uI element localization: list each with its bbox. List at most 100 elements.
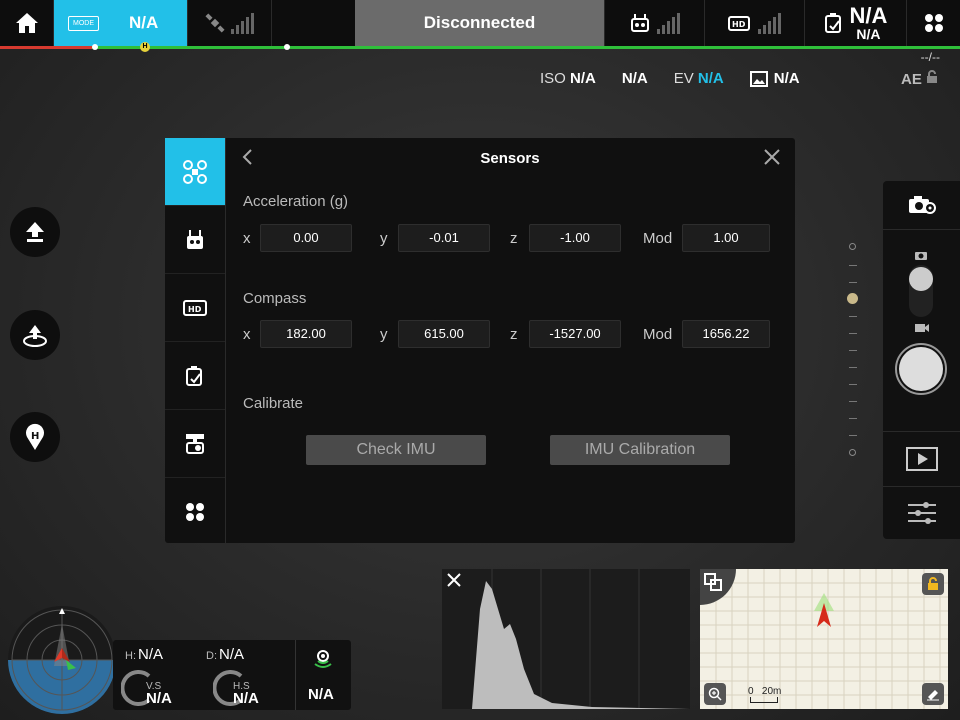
map-grid bbox=[700, 569, 948, 709]
ev-setting[interactable]: EV N/A bbox=[674, 70, 724, 87]
home-point-button[interactable]: H bbox=[10, 412, 60, 462]
drone-icon bbox=[183, 159, 207, 184]
camera-settings-button[interactable] bbox=[883, 181, 960, 230]
expand-icon bbox=[704, 573, 722, 591]
image-format-setting[interactable]: N/A bbox=[749, 70, 800, 87]
sensors-panel: HD Sensors Acceleration (g) x 0.00 y -0.… bbox=[165, 138, 795, 543]
eraser-icon bbox=[927, 690, 939, 701]
four-dots-icon bbox=[186, 502, 204, 521]
map-clear-button[interactable] bbox=[922, 683, 944, 705]
tab-gimbal[interactable] bbox=[165, 410, 225, 478]
status-line-marker bbox=[284, 44, 290, 50]
gps-signal-bars bbox=[231, 12, 254, 34]
gps-status[interactable] bbox=[188, 0, 272, 46]
hd-icon: HD bbox=[728, 16, 750, 31]
image-icon bbox=[749, 70, 768, 87]
ae-lock[interactable]: AE bbox=[901, 70, 938, 88]
svg-text:HD: HD bbox=[188, 305, 202, 314]
compass-y-label: y bbox=[380, 326, 388, 343]
map-lock-button[interactable] bbox=[922, 573, 944, 595]
acceleration-label: Acceleration (g) bbox=[243, 193, 349, 210]
close-histogram-button[interactable] bbox=[446, 572, 462, 593]
remote-controller-icon bbox=[187, 229, 203, 249]
height-readout: H: N/A bbox=[125, 646, 164, 663]
close-icon bbox=[447, 573, 461, 587]
battery-status[interactable]: N/A N/A bbox=[805, 0, 907, 46]
flight-mode-button[interactable]: MODE N/A bbox=[54, 0, 188, 46]
check-imu-button[interactable]: Check IMU bbox=[306, 435, 486, 465]
gimbal-camera-icon bbox=[186, 433, 204, 454]
photo-video-toggle[interactable] bbox=[909, 265, 933, 317]
compass-z-value: -1527.00 bbox=[529, 320, 621, 348]
zoom-in-icon bbox=[708, 687, 722, 701]
hd-icon: HD bbox=[183, 299, 207, 316]
compass-x-value: 182.00 bbox=[260, 320, 352, 348]
flight-mode-value: N/A bbox=[129, 13, 159, 32]
imu-calibration-button[interactable]: IMU Calibration bbox=[550, 435, 730, 465]
tab-hd-transmission[interactable]: HD bbox=[165, 274, 225, 342]
shutter-button[interactable] bbox=[895, 343, 947, 395]
compass-mod-label: Mod bbox=[643, 326, 673, 343]
accel-x-label: x bbox=[243, 230, 251, 247]
camera-params-button[interactable] bbox=[883, 489, 960, 537]
vision-signal-icon bbox=[314, 650, 332, 668]
map-zoom-button[interactable] bbox=[704, 683, 726, 705]
compass-x-label: x bbox=[243, 326, 251, 343]
camera-settings-icon bbox=[908, 196, 936, 214]
map-pin-h-icon: H bbox=[26, 423, 44, 450]
home-point-marker: H bbox=[140, 42, 150, 52]
compass-label: Compass bbox=[243, 290, 307, 307]
horizontal-speed-value: N/A bbox=[233, 690, 259, 707]
remote-controller-status[interactable] bbox=[605, 0, 705, 46]
iso-setting[interactable]: ISO N/A bbox=[540, 70, 596, 87]
slider-thumb[interactable] bbox=[847, 293, 858, 304]
lock-icon bbox=[927, 70, 937, 83]
settings-menu-button[interactable] bbox=[907, 0, 960, 46]
camera-params[interactable]: ISO N/A N/A EV N/A N/A bbox=[540, 70, 800, 87]
accel-mod-label: Mod bbox=[643, 230, 673, 247]
accel-x-value: 0.00 bbox=[260, 224, 352, 252]
battery-value: N/A bbox=[849, 3, 888, 28]
map-expand-button[interactable] bbox=[704, 573, 722, 596]
tab-general[interactable] bbox=[165, 478, 225, 545]
close-button[interactable] bbox=[763, 148, 781, 171]
compass-y-value: 615.00 bbox=[398, 320, 490, 348]
accel-y-label: y bbox=[380, 230, 388, 247]
flight-status-line: H bbox=[0, 42, 960, 52]
playback-button[interactable] bbox=[883, 433, 960, 485]
remote-controller-icon bbox=[631, 14, 649, 32]
mini-map[interactable]: 0 20m bbox=[700, 569, 948, 709]
distance-readout: D: N/A bbox=[206, 646, 245, 663]
battery-text: N/A N/A bbox=[849, 3, 888, 42]
svg-text:H: H bbox=[31, 431, 39, 442]
hd-signal-status[interactable]: HD bbox=[705, 0, 805, 46]
return-home-button[interactable] bbox=[10, 310, 60, 360]
connection-status[interactable]: Disconnected bbox=[355, 0, 605, 46]
tab-remote-controller[interactable] bbox=[165, 206, 225, 274]
histogram-panel bbox=[442, 569, 690, 709]
sliders-icon bbox=[907, 502, 936, 524]
status-line-marker bbox=[92, 44, 98, 50]
accel-y-value: -0.01 bbox=[398, 224, 490, 252]
camera-control-panel bbox=[883, 181, 960, 539]
takeoff-button[interactable] bbox=[10, 207, 60, 257]
shutter-setting[interactable]: N/A bbox=[622, 70, 648, 87]
takeoff-icon bbox=[26, 222, 44, 242]
histogram-graphic bbox=[472, 569, 690, 709]
photo-mode-icon bbox=[915, 252, 927, 260]
play-icon bbox=[905, 447, 938, 471]
panel-title: Sensors bbox=[480, 150, 540, 167]
tab-aircraft[interactable] bbox=[165, 138, 225, 206]
calibrate-label: Calibrate bbox=[243, 395, 304, 412]
telemetry-panel: H: N/A D: N/A V.S N/A H.S N/A N/A bbox=[113, 640, 351, 710]
lock-icon bbox=[928, 577, 938, 590]
vertical-speed-value: N/A bbox=[146, 690, 172, 707]
attitude-radar[interactable] bbox=[8, 606, 116, 714]
tab-battery[interactable] bbox=[165, 342, 225, 410]
compass-z-label: z bbox=[510, 326, 518, 343]
satellite-icon bbox=[205, 13, 225, 33]
home-button[interactable] bbox=[0, 0, 54, 46]
gimbal-pitch-slider[interactable] bbox=[846, 243, 860, 457]
time-readout: --/-- bbox=[920, 50, 940, 64]
hd-signal-bars bbox=[758, 12, 781, 34]
